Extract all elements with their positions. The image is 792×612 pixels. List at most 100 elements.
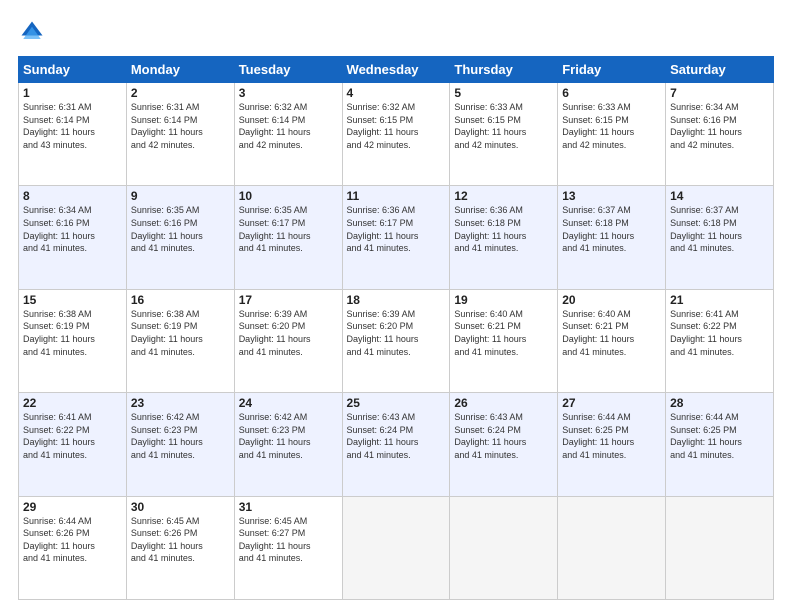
- calendar-cell: 12Sunrise: 6:36 AM Sunset: 6:18 PM Dayli…: [450, 186, 558, 289]
- calendar-cell: 2Sunrise: 6:31 AM Sunset: 6:14 PM Daylig…: [126, 83, 234, 186]
- weekday-header: Monday: [126, 57, 234, 83]
- calendar-cell: 1Sunrise: 6:31 AM Sunset: 6:14 PM Daylig…: [19, 83, 127, 186]
- day-info: Sunrise: 6:43 AM Sunset: 6:24 PM Dayligh…: [347, 411, 446, 461]
- day-info: Sunrise: 6:42 AM Sunset: 6:23 PM Dayligh…: [239, 411, 338, 461]
- day-number: 29: [23, 500, 122, 514]
- weekday-header: Tuesday: [234, 57, 342, 83]
- day-number: 16: [131, 293, 230, 307]
- day-number: 27: [562, 396, 661, 410]
- calendar-week-row: 29Sunrise: 6:44 AM Sunset: 6:26 PM Dayli…: [19, 496, 774, 599]
- page: SundayMondayTuesdayWednesdayThursdayFrid…: [0, 0, 792, 612]
- calendar-cell: 30Sunrise: 6:45 AM Sunset: 6:26 PM Dayli…: [126, 496, 234, 599]
- calendar-week-row: 22Sunrise: 6:41 AM Sunset: 6:22 PM Dayli…: [19, 393, 774, 496]
- day-number: 22: [23, 396, 122, 410]
- day-number: 19: [454, 293, 553, 307]
- day-info: Sunrise: 6:41 AM Sunset: 6:22 PM Dayligh…: [670, 308, 769, 358]
- day-info: Sunrise: 6:33 AM Sunset: 6:15 PM Dayligh…: [562, 101, 661, 151]
- calendar-cell: [450, 496, 558, 599]
- day-info: Sunrise: 6:42 AM Sunset: 6:23 PM Dayligh…: [131, 411, 230, 461]
- day-info: Sunrise: 6:44 AM Sunset: 6:26 PM Dayligh…: [23, 515, 122, 565]
- day-number: 18: [347, 293, 446, 307]
- calendar-week-row: 15Sunrise: 6:38 AM Sunset: 6:19 PM Dayli…: [19, 289, 774, 392]
- calendar-cell: 14Sunrise: 6:37 AM Sunset: 6:18 PM Dayli…: [666, 186, 774, 289]
- day-number: 11: [347, 189, 446, 203]
- calendar-cell: 8Sunrise: 6:34 AM Sunset: 6:16 PM Daylig…: [19, 186, 127, 289]
- calendar-cell: 10Sunrise: 6:35 AM Sunset: 6:17 PM Dayli…: [234, 186, 342, 289]
- day-number: 8: [23, 189, 122, 203]
- calendar-cell: 20Sunrise: 6:40 AM Sunset: 6:21 PM Dayli…: [558, 289, 666, 392]
- day-number: 13: [562, 189, 661, 203]
- day-number: 12: [454, 189, 553, 203]
- calendar-cell: 9Sunrise: 6:35 AM Sunset: 6:16 PM Daylig…: [126, 186, 234, 289]
- calendar-cell: 28Sunrise: 6:44 AM Sunset: 6:25 PM Dayli…: [666, 393, 774, 496]
- day-number: 25: [347, 396, 446, 410]
- calendar-cell: 29Sunrise: 6:44 AM Sunset: 6:26 PM Dayli…: [19, 496, 127, 599]
- calendar-cell: 31Sunrise: 6:45 AM Sunset: 6:27 PM Dayli…: [234, 496, 342, 599]
- day-number: 24: [239, 396, 338, 410]
- day-info: Sunrise: 6:38 AM Sunset: 6:19 PM Dayligh…: [23, 308, 122, 358]
- calendar-cell: 26Sunrise: 6:43 AM Sunset: 6:24 PM Dayli…: [450, 393, 558, 496]
- day-info: Sunrise: 6:41 AM Sunset: 6:22 PM Dayligh…: [23, 411, 122, 461]
- day-info: Sunrise: 6:35 AM Sunset: 6:17 PM Dayligh…: [239, 204, 338, 254]
- day-number: 17: [239, 293, 338, 307]
- calendar-cell: [666, 496, 774, 599]
- day-number: 30: [131, 500, 230, 514]
- day-info: Sunrise: 6:45 AM Sunset: 6:26 PM Dayligh…: [131, 515, 230, 565]
- day-number: 1: [23, 86, 122, 100]
- day-number: 26: [454, 396, 553, 410]
- logo: [18, 18, 50, 46]
- calendar-cell: 13Sunrise: 6:37 AM Sunset: 6:18 PM Dayli…: [558, 186, 666, 289]
- day-info: Sunrise: 6:33 AM Sunset: 6:15 PM Dayligh…: [454, 101, 553, 151]
- day-info: Sunrise: 6:31 AM Sunset: 6:14 PM Dayligh…: [131, 101, 230, 151]
- day-info: Sunrise: 6:44 AM Sunset: 6:25 PM Dayligh…: [670, 411, 769, 461]
- logo-icon: [18, 18, 46, 46]
- day-number: 9: [131, 189, 230, 203]
- day-number: 31: [239, 500, 338, 514]
- weekday-header: Friday: [558, 57, 666, 83]
- day-number: 23: [131, 396, 230, 410]
- calendar-header-row: SundayMondayTuesdayWednesdayThursdayFrid…: [19, 57, 774, 83]
- day-number: 15: [23, 293, 122, 307]
- day-number: 21: [670, 293, 769, 307]
- calendar-cell: 16Sunrise: 6:38 AM Sunset: 6:19 PM Dayli…: [126, 289, 234, 392]
- day-info: Sunrise: 6:37 AM Sunset: 6:18 PM Dayligh…: [562, 204, 661, 254]
- day-info: Sunrise: 6:38 AM Sunset: 6:19 PM Dayligh…: [131, 308, 230, 358]
- day-number: 14: [670, 189, 769, 203]
- day-info: Sunrise: 6:37 AM Sunset: 6:18 PM Dayligh…: [670, 204, 769, 254]
- day-info: Sunrise: 6:39 AM Sunset: 6:20 PM Dayligh…: [347, 308, 446, 358]
- day-info: Sunrise: 6:40 AM Sunset: 6:21 PM Dayligh…: [562, 308, 661, 358]
- header: [18, 18, 774, 46]
- calendar-cell: 19Sunrise: 6:40 AM Sunset: 6:21 PM Dayli…: [450, 289, 558, 392]
- calendar-cell: 22Sunrise: 6:41 AM Sunset: 6:22 PM Dayli…: [19, 393, 127, 496]
- day-info: Sunrise: 6:32 AM Sunset: 6:15 PM Dayligh…: [347, 101, 446, 151]
- calendar-cell: 7Sunrise: 6:34 AM Sunset: 6:16 PM Daylig…: [666, 83, 774, 186]
- day-info: Sunrise: 6:43 AM Sunset: 6:24 PM Dayligh…: [454, 411, 553, 461]
- weekday-header: Wednesday: [342, 57, 450, 83]
- day-info: Sunrise: 6:32 AM Sunset: 6:14 PM Dayligh…: [239, 101, 338, 151]
- day-info: Sunrise: 6:36 AM Sunset: 6:17 PM Dayligh…: [347, 204, 446, 254]
- weekday-header: Thursday: [450, 57, 558, 83]
- day-number: 20: [562, 293, 661, 307]
- calendar-cell: 6Sunrise: 6:33 AM Sunset: 6:15 PM Daylig…: [558, 83, 666, 186]
- weekday-header: Saturday: [666, 57, 774, 83]
- calendar-cell: 27Sunrise: 6:44 AM Sunset: 6:25 PM Dayli…: [558, 393, 666, 496]
- day-info: Sunrise: 6:34 AM Sunset: 6:16 PM Dayligh…: [23, 204, 122, 254]
- calendar-cell: 4Sunrise: 6:32 AM Sunset: 6:15 PM Daylig…: [342, 83, 450, 186]
- day-info: Sunrise: 6:44 AM Sunset: 6:25 PM Dayligh…: [562, 411, 661, 461]
- calendar-cell: 25Sunrise: 6:43 AM Sunset: 6:24 PM Dayli…: [342, 393, 450, 496]
- calendar-week-row: 8Sunrise: 6:34 AM Sunset: 6:16 PM Daylig…: [19, 186, 774, 289]
- calendar-table: SundayMondayTuesdayWednesdayThursdayFrid…: [18, 56, 774, 600]
- day-info: Sunrise: 6:45 AM Sunset: 6:27 PM Dayligh…: [239, 515, 338, 565]
- calendar-cell: 18Sunrise: 6:39 AM Sunset: 6:20 PM Dayli…: [342, 289, 450, 392]
- calendar-cell: 23Sunrise: 6:42 AM Sunset: 6:23 PM Dayli…: [126, 393, 234, 496]
- calendar-cell: 24Sunrise: 6:42 AM Sunset: 6:23 PM Dayli…: [234, 393, 342, 496]
- day-info: Sunrise: 6:39 AM Sunset: 6:20 PM Dayligh…: [239, 308, 338, 358]
- calendar-cell: 15Sunrise: 6:38 AM Sunset: 6:19 PM Dayli…: [19, 289, 127, 392]
- day-number: 7: [670, 86, 769, 100]
- day-number: 4: [347, 86, 446, 100]
- calendar-cell: 11Sunrise: 6:36 AM Sunset: 6:17 PM Dayli…: [342, 186, 450, 289]
- day-number: 28: [670, 396, 769, 410]
- day-info: Sunrise: 6:34 AM Sunset: 6:16 PM Dayligh…: [670, 101, 769, 151]
- calendar-cell: 17Sunrise: 6:39 AM Sunset: 6:20 PM Dayli…: [234, 289, 342, 392]
- weekday-header: Sunday: [19, 57, 127, 83]
